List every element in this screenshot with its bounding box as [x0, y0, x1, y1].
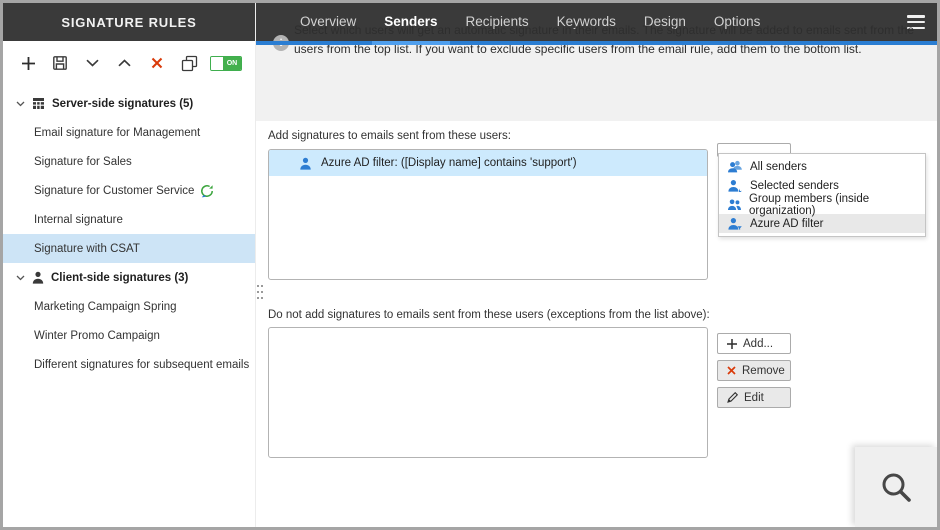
sidebar: SIGNATURE RULES ON Server-side signature… — [3, 3, 256, 527]
duplicate-icon[interactable] — [178, 51, 202, 75]
group-label: Client-side signatures (3) — [51, 271, 189, 284]
toggle-on-label: ON — [222, 56, 241, 70]
exclude-senders-list[interactable] — [268, 327, 708, 458]
signature-rules-tree: Server-side signatures (5) Email signatu… — [3, 85, 255, 527]
client-signatures-icon — [32, 271, 44, 284]
remove-icon — [727, 366, 736, 375]
zoom-button[interactable] — [855, 447, 937, 527]
rule-enabled-toggle[interactable]: ON — [209, 55, 242, 71]
edit-exception-button[interactable]: Edit — [717, 387, 791, 408]
server-signatures-icon — [33, 98, 44, 109]
toggle-track — [210, 56, 223, 70]
rule-label: Internal signature — [34, 213, 123, 226]
chevron-down-icon — [16, 101, 25, 106]
sidebar-item-internal-signature[interactable]: Internal signature — [3, 205, 255, 234]
move-up-icon[interactable] — [113, 51, 137, 75]
sidebar-item-marketing-campaign-spring[interactable]: Marketing Campaign Spring — [3, 292, 255, 321]
rule-label: Email signature for Management — [34, 126, 201, 139]
menu-item-all-senders[interactable]: All senders — [719, 157, 925, 176]
app-window: SIGNATURE RULES ON Server-side signature… — [0, 0, 940, 530]
sidebar-item-signature-for-customer-service[interactable]: Signature for Customer Service — [3, 176, 255, 205]
menu-item-label: Azure AD filter — [750, 217, 824, 230]
rule-label: Winter Promo Campaign — [34, 329, 160, 342]
group-label: Server-side signatures (5) — [52, 97, 194, 110]
info-text: Select which users will get an automatic… — [294, 23, 915, 56]
include-senders-list[interactable]: Azure AD filter: ([Display name] contain… — [268, 149, 708, 280]
selected-senders-icon — [728, 180, 742, 192]
sidebar-item-winter-promo-campaign[interactable]: Winter Promo Campaign — [3, 321, 255, 350]
list-item[interactable]: Azure AD filter: ([Display name] contain… — [269, 150, 707, 176]
main-panel: Overview Senders Recipients Keywords Des… — [256, 3, 937, 527]
magnifier-icon — [882, 473, 911, 502]
add-exception-button[interactable]: Add... — [717, 333, 791, 354]
rule-label: Marketing Campaign Spring — [34, 300, 177, 313]
menu-item-azure-ad-filter[interactable]: Azure AD filter — [719, 214, 925, 233]
exclude-list-label: Do not add signatures to emails sent fro… — [268, 309, 710, 321]
add-icon[interactable] — [16, 51, 40, 75]
button-label: Edit — [744, 391, 764, 404]
sidebar-item-email-signature-for-management[interactable]: Email signature for Management — [3, 118, 255, 147]
rule-label: Different signatures for subsequent emai… — [34, 358, 250, 371]
sidebar-item-signature-with-csat[interactable]: Signature with CSAT — [3, 234, 255, 263]
add-icon — [727, 338, 737, 349]
sidebar-item-signature-for-sales[interactable]: Signature for Sales — [3, 147, 255, 176]
sidebar-group-client-side[interactable]: Client-side signatures (3) — [3, 263, 255, 292]
sidebar-item-different-signatures-for-subsequent-emails[interactable]: Different signatures for subsequent emai… — [3, 350, 255, 379]
remove-exception-button[interactable]: Remove — [717, 360, 791, 381]
scheduler-icon — [200, 184, 214, 198]
move-down-icon[interactable] — [81, 51, 105, 75]
sidebar-group-server-side[interactable]: Server-side signatures (5) — [3, 89, 255, 118]
save-icon[interactable] — [48, 51, 72, 75]
rule-label: Signature with CSAT — [34, 242, 140, 255]
edit-icon — [727, 392, 738, 403]
splitter-handle[interactable] — [257, 284, 263, 305]
rules-toolbar: ON — [3, 41, 255, 85]
user-icon — [300, 157, 311, 170]
group-members-icon — [728, 199, 741, 210]
menu-item-group-members[interactable]: Group members (inside organization) — [719, 192, 925, 217]
button-label: Add... — [743, 337, 774, 350]
button-label: Remove — [742, 364, 785, 377]
delete-icon[interactable] — [145, 51, 169, 75]
sender-type-menu: All senders Selected senders Group membe… — [718, 153, 926, 237]
all-senders-icon — [728, 160, 742, 173]
menu-item-label: Group members (inside organization) — [748, 192, 870, 217]
azure-ad-filter-icon — [728, 218, 742, 230]
list-item-label: Azure AD filter: ([Display name] contain… — [321, 157, 577, 169]
menu-item-label: All senders — [750, 160, 807, 173]
include-list-label: Add signatures to emails sent from these… — [268, 130, 511, 142]
header-accent-bar — [256, 41, 937, 45]
rule-label: Signature for Sales — [34, 155, 132, 168]
sidebar-title: SIGNATURE RULES — [3, 3, 255, 41]
chevron-down-icon — [16, 275, 25, 280]
menu-item-label: Selected senders — [750, 179, 839, 192]
rule-label: Signature for Customer Service — [34, 184, 195, 197]
